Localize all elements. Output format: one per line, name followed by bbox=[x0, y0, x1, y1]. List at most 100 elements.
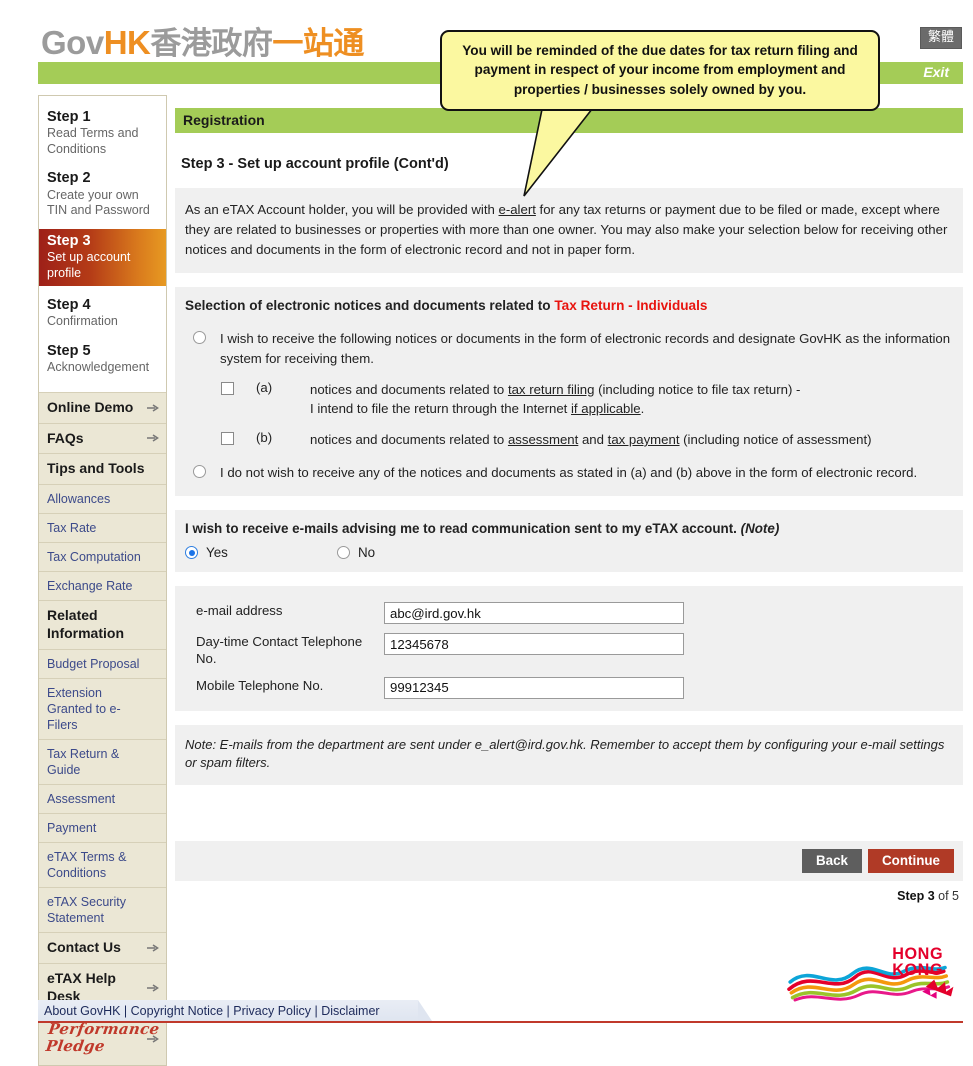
sidebar-item-etax-security-statement[interactable]: eTAX Security Statement bbox=[39, 887, 166, 932]
option-1-radio-wrap[interactable] bbox=[193, 331, 206, 347]
sidebar-item-related-information[interactable]: Related Information bbox=[39, 600, 166, 649]
sidebar: Step 1 Read Terms and Conditions Step 2 Cre… bbox=[38, 95, 167, 1066]
sub-b-text-3: (including notice of assessment) bbox=[679, 431, 872, 447]
arrow-right-icon bbox=[147, 434, 159, 443]
note-panel: Note: E-mails from the department are se… bbox=[175, 724, 963, 786]
sidebar-step-4-title: Step 4 bbox=[47, 297, 91, 314]
email-consent-yes-radio[interactable] bbox=[185, 546, 198, 560]
sidebar-step-4[interactable]: Step 4 Confirmation bbox=[39, 294, 166, 340]
intro-text-part1: As an eTAX Account holder, you will be p… bbox=[185, 202, 499, 217]
email-consent-no-radio[interactable] bbox=[337, 546, 350, 560]
sidebar-item-payment[interactable]: Payment bbox=[39, 813, 166, 842]
arrow-right-icon bbox=[147, 944, 159, 952]
footer-link-privacy-policy[interactable]: Privacy Policy bbox=[233, 1004, 311, 1018]
logo-text-gov: Gov bbox=[41, 24, 104, 61]
sidebar-step-3-title: Step 3 bbox=[47, 232, 91, 249]
sidebar-item-online-demo[interactable]: Online Demo bbox=[39, 391, 166, 423]
field-row-daytime-phone: Day-time Contact Telephone No. bbox=[185, 633, 953, 667]
daytime-phone-input[interactable] bbox=[384, 633, 684, 656]
footer-links: About GovHK | Copyright Notice | Privacy… bbox=[44, 1004, 380, 1018]
option-2-label: I do not wish to receive any of the noti… bbox=[220, 465, 918, 481]
sub-option-a-checkbox-wrap[interactable] bbox=[221, 381, 234, 398]
mobile-phone-input[interactable] bbox=[384, 676, 684, 699]
sidebar-item-tax-rate[interactable]: Tax Rate bbox=[39, 513, 166, 542]
sidebar-step-5-title: Step 5 bbox=[47, 342, 91, 359]
footer-link-copyright-notice[interactable]: Copyright Notice bbox=[131, 1004, 223, 1018]
sidebar-item-label: Online Demo bbox=[47, 398, 134, 415]
option-2-radio[interactable] bbox=[193, 465, 206, 479]
field-row-mobile-phone: Mobile Telephone No. bbox=[185, 676, 953, 699]
sidebar-item-extension-granted-to-e-filers[interactable]: Extension Granted to e-Filers bbox=[39, 678, 166, 739]
intro-panel: As an eTAX Account holder, you will be p… bbox=[175, 188, 963, 274]
sidebar-item-exchange-rate[interactable]: Exchange Rate bbox=[39, 571, 166, 600]
sub-option-b-checkbox[interactable] bbox=[221, 431, 234, 445]
sidebar-item-budget-proposal[interactable]: Budget Proposal bbox=[39, 649, 166, 678]
email-consent-no-option[interactable]: No bbox=[337, 545, 375, 560]
sidebar-item-label: Extension Granted to e-Filers bbox=[47, 686, 121, 733]
language-toggle-button[interactable]: 繁體 bbox=[919, 27, 962, 49]
tax-return-filing-link[interactable]: tax return filing bbox=[508, 382, 595, 397]
sidebar-step-5[interactable]: Step 5 Acknowledgement bbox=[39, 340, 166, 386]
option-2-row[interactable]: I do not wish to receive any of the noti… bbox=[185, 463, 953, 482]
arrow-right-icon bbox=[147, 403, 159, 412]
tax-payment-link[interactable]: tax payment bbox=[608, 432, 680, 447]
sidebar-item-label: Allowances bbox=[47, 492, 111, 507]
if-applicable-link[interactable]: if applicable bbox=[571, 401, 641, 416]
sidebar-step-2[interactable]: Step 2 Create your own TIN and Password bbox=[39, 167, 166, 228]
continue-button[interactable]: Continue bbox=[867, 849, 954, 874]
sidebar-step-3[interactable]: Step 3 Set up account profile bbox=[39, 228, 166, 287]
sidebar-item-label: Contact Us bbox=[47, 939, 121, 956]
email-consent-panel: I wish to receive e-mails advising me to… bbox=[175, 510, 963, 573]
sidebar-item-label: Exchange Rate bbox=[47, 579, 133, 594]
section-bar-registration: Registration bbox=[175, 108, 963, 133]
sub-option-a-checkbox[interactable] bbox=[221, 381, 234, 395]
footer-link-disclaimer[interactable]: Disclaimer bbox=[321, 1004, 379, 1018]
sidebar-item-etax-terms-conditions[interactable]: eTAX Terms & Conditions bbox=[39, 842, 166, 887]
sidebar-item-label: Tax Rate bbox=[47, 521, 97, 536]
sub-option-b-checkbox-wrap[interactable] bbox=[221, 431, 234, 448]
sub-option-b-row[interactable]: (b) notices and documents related to ass… bbox=[185, 430, 953, 449]
footer-link-about-govhk[interactable]: About GovHK bbox=[44, 1004, 120, 1018]
option-2-radio-wrap[interactable] bbox=[193, 465, 206, 481]
sidebar-item-tax-return-guide[interactable]: Tax Return & Guide bbox=[39, 739, 166, 784]
sidebar-item-label: Tips and Tools bbox=[47, 460, 145, 477]
sidebar-item-label: FAQs bbox=[47, 429, 84, 446]
e-alert-link[interactable]: e-alert bbox=[499, 202, 536, 217]
sub-option-a-row[interactable]: (a) notices and documents related to tax… bbox=[185, 380, 953, 418]
sub-option-a-marker: (a) bbox=[256, 379, 273, 395]
email-address-input[interactable] bbox=[384, 602, 684, 625]
assessment-link[interactable]: assessment bbox=[508, 432, 578, 447]
sidebar-item-tips-and-tools[interactable]: Tips and Tools bbox=[39, 453, 166, 484]
sidebar-nav: Online Demo FAQs Tips and Tools Allowances T… bbox=[39, 391, 166, 1066]
contact-fields-panel: e-mail address Day-time Contact Telephon… bbox=[175, 586, 963, 711]
sidebar-step-2-subtitle: Create your own TIN and Password bbox=[47, 187, 150, 218]
back-button[interactable]: Back bbox=[801, 849, 862, 874]
email-consent-note-marker: (Note) bbox=[740, 521, 780, 537]
action-button-bar: Back Continue bbox=[175, 841, 963, 882]
note-text: Note: E-mails from the department are se… bbox=[185, 736, 945, 771]
sidebar-item-tax-computation[interactable]: Tax Computation bbox=[39, 542, 166, 571]
selection-title: Selection of electronic notices and docu… bbox=[185, 298, 953, 313]
sub-option-b-marker: (b) bbox=[256, 429, 273, 445]
sidebar-item-label: Payment bbox=[47, 821, 97, 836]
hong-kong-brand-logo: HONG KONG bbox=[787, 945, 954, 1002]
option-1-radio[interactable] bbox=[193, 331, 206, 345]
logo-text-hk: HK bbox=[103, 24, 151, 61]
exit-button[interactable]: Exit bbox=[913, 63, 959, 84]
sidebar-item-label: Related Information bbox=[47, 607, 124, 642]
email-consent-yes-option[interactable]: Yes bbox=[185, 545, 337, 560]
sidebar-item-contact-us[interactable]: Contact Us bbox=[39, 932, 166, 963]
govhk-logo: GovHK香港政府一站通 bbox=[41, 18, 364, 63]
site-header: GovHK香港政府一站通 繁體 bbox=[0, 0, 973, 63]
sidebar-item-allowances[interactable]: Allowances bbox=[39, 484, 166, 513]
sidebar-item-assessment[interactable]: Assessment bbox=[39, 784, 166, 813]
sidebar-item-faqs[interactable]: FAQs bbox=[39, 422, 166, 454]
footer-link-separator: | bbox=[120, 1004, 131, 1018]
step-progress-number: 3 bbox=[927, 889, 935, 904]
option-1-row[interactable]: I wish to receive the following notices … bbox=[185, 329, 953, 367]
sidebar-step-1[interactable]: Step 1 Read Terms and Conditions bbox=[39, 106, 166, 167]
logo-text-chinese-orange: 一站通 bbox=[272, 26, 364, 61]
arrow-right-icon bbox=[147, 1035, 159, 1043]
step-progress-prefix: Step bbox=[897, 889, 928, 904]
sub-a-text-3: I intend to file the return through the … bbox=[310, 400, 571, 416]
